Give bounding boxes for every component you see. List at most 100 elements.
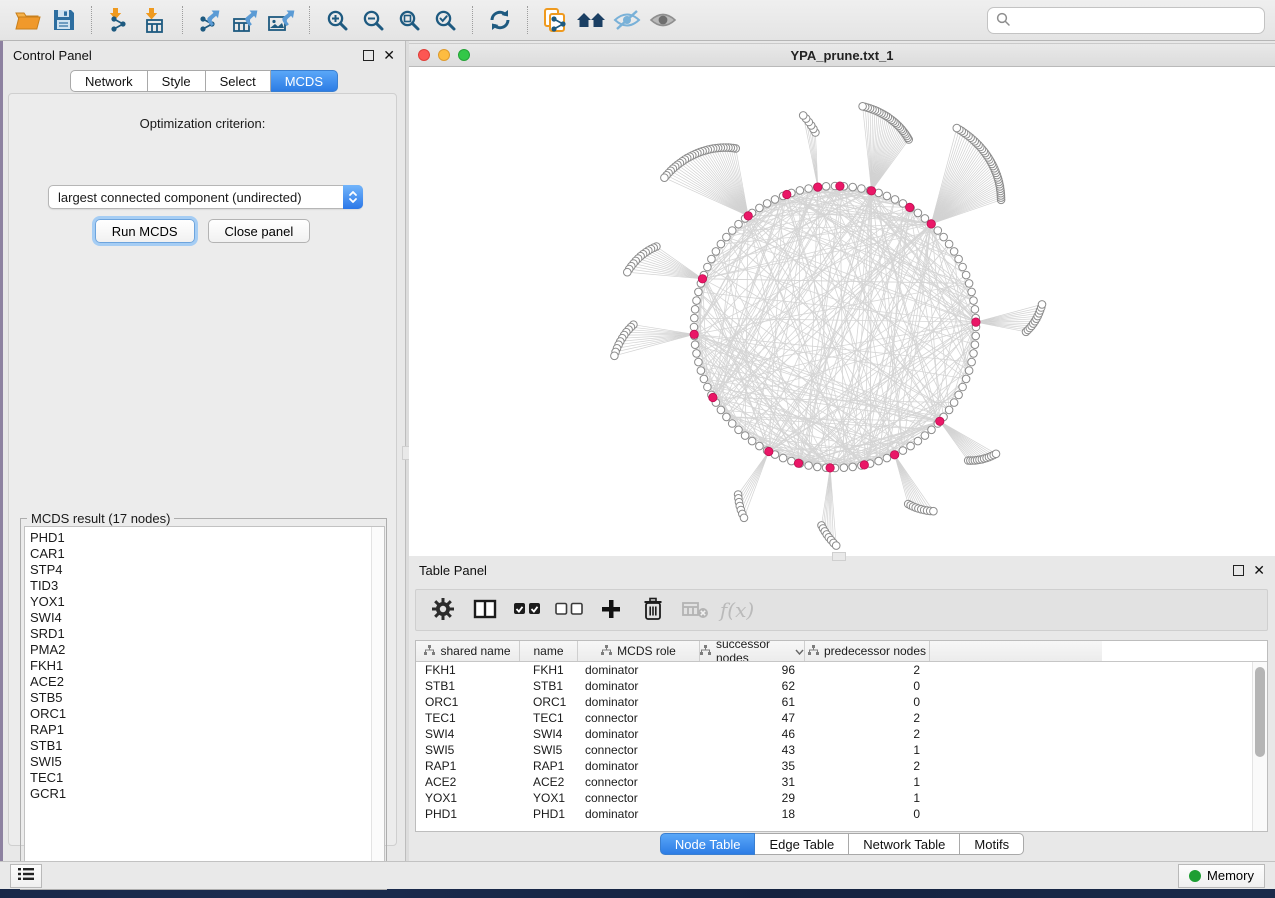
column-label: shared name	[440, 644, 510, 658]
mcds-result-item[interactable]: ORC1	[30, 706, 371, 722]
mcds-list-scrollbar[interactable]	[371, 527, 384, 886]
network-view-titlebar[interactable]: YPA_prune.txt_1	[409, 43, 1275, 67]
search-box[interactable]	[987, 7, 1265, 34]
mcds-result-item[interactable]: YOX1	[30, 594, 371, 610]
close-panel-button[interactable]: Close panel	[208, 219, 311, 243]
function-builder-button[interactable]: f(x)	[720, 595, 754, 625]
mcds-result-item[interactable]: TEC1	[30, 770, 371, 786]
memory-button[interactable]: Memory	[1178, 864, 1265, 888]
tab-network-table[interactable]: Network Table	[849, 833, 960, 855]
table-row[interactable]: PHD1PHD1dominator180	[416, 806, 1252, 822]
column-header-MCDS-role[interactable]: MCDS role	[578, 641, 700, 661]
task-history-button[interactable]	[10, 864, 42, 888]
tab-node-table[interactable]: Node Table	[660, 833, 756, 855]
mcds-result-item[interactable]: TID3	[30, 578, 371, 594]
mcds-result-item[interactable]: CAR1	[30, 546, 371, 562]
delete-column-button[interactable]	[636, 595, 670, 625]
mcds-result-item[interactable]: SWI5	[30, 754, 371, 770]
column-header-shared-name[interactable]: shared name	[416, 641, 520, 661]
mcds-result-item[interactable]: STB5	[30, 690, 371, 706]
float-panel-icon[interactable]	[363, 50, 374, 61]
horizontal-splitter-handle[interactable]	[832, 552, 846, 561]
column-header-name[interactable]: name	[520, 641, 578, 661]
mcds-result-item[interactable]: STP4	[30, 562, 371, 578]
deselect-all-rows-button[interactable]	[552, 595, 586, 625]
column-header-successor-nodes[interactable]: successor nodes	[700, 641, 805, 661]
import-network-icon[interactable]	[101, 4, 137, 36]
mcds-result-item[interactable]: SRD1	[30, 626, 371, 642]
tab-network[interactable]: Network	[70, 70, 148, 92]
table-scrollbar[interactable]	[1252, 662, 1267, 831]
hide-selected-icon[interactable]	[609, 4, 645, 36]
mcds-result-item[interactable]: STB1	[30, 738, 371, 754]
mcds-result-list[interactable]: PHD1CAR1STP4TID3YOX1SWI4SRD1PMA2FKH1ACE2…	[24, 526, 385, 887]
tab-edge-table[interactable]: Edge Table	[755, 833, 849, 855]
table-settings-button[interactable]	[426, 595, 460, 625]
cell-successor-nodes: 18	[700, 807, 805, 821]
table-row[interactable]: ACE2ACE2connector311	[416, 774, 1252, 790]
table-row[interactable]: RAP1RAP1dominator352	[416, 758, 1252, 774]
select-all-rows-button[interactable]	[510, 595, 544, 625]
table-row[interactable]: SWI5SWI5connector431	[416, 742, 1252, 758]
table-row[interactable]: FKH1FKH1dominator962	[416, 662, 1252, 678]
table-row[interactable]: TEC1TEC1connector472	[416, 710, 1252, 726]
new-network-from-selection-icon[interactable]	[537, 4, 573, 36]
optimization-criterion-label: Optimization criterion:	[9, 116, 396, 131]
mcds-result-item[interactable]: PHD1	[30, 530, 371, 546]
close-panel-icon[interactable]: ✕	[383, 50, 395, 61]
refresh-layout-icon[interactable]	[482, 4, 518, 36]
cell-shared-name: PHD1	[416, 807, 520, 821]
mcds-result-item[interactable]: FKH1	[30, 658, 371, 674]
search-input[interactable]	[1016, 13, 1256, 28]
table-row[interactable]: SWI4SWI4dominator462	[416, 726, 1252, 742]
mcds-result-item[interactable]: SWI4	[30, 610, 371, 626]
zoom-in-icon[interactable]	[319, 4, 355, 36]
cell-MCDS-role: dominator	[578, 807, 700, 821]
table-row[interactable]: STB1STB1dominator620	[416, 678, 1252, 694]
network-home-icon[interactable]	[573, 4, 609, 36]
column-visibility-button[interactable]	[468, 595, 502, 625]
tab-mcds[interactable]: MCDS	[271, 70, 338, 92]
tab-style[interactable]: Style	[148, 70, 206, 92]
zoom-out-icon[interactable]	[355, 4, 391, 36]
table-row[interactable]: YOX1YOX1connector291	[416, 790, 1252, 806]
export-image-icon[interactable]	[264, 4, 300, 36]
column-type-icon	[808, 644, 819, 658]
table-scrollbar-thumb[interactable]	[1255, 667, 1265, 757]
cell-predecessor-nodes: 0	[805, 679, 930, 693]
column-label: MCDS role	[617, 644, 676, 658]
fx-icon: f(x)	[720, 598, 754, 622]
sort-chevron-icon[interactable]	[795, 644, 804, 658]
column-header-blank	[930, 641, 1102, 661]
tab-motifs[interactable]: Motifs	[960, 833, 1024, 855]
export-network-icon[interactable]	[192, 4, 228, 36]
save-session-icon[interactable]	[46, 4, 82, 36]
export-table-icon[interactable]	[228, 4, 264, 36]
mcds-tab-pane: Optimization criterion: largest connecte…	[8, 93, 397, 846]
add-column-button[interactable]	[594, 595, 628, 625]
cell-successor-nodes: 35	[700, 759, 805, 773]
zoom-selected-icon[interactable]	[427, 4, 463, 36]
delete-table-button[interactable]	[678, 595, 712, 625]
mcds-result-item[interactable]: GCR1	[30, 786, 371, 802]
run-mcds-button[interactable]: Run MCDS	[95, 219, 195, 243]
close-table-panel-icon[interactable]: ✕	[1253, 565, 1265, 576]
mcds-result-item[interactable]: RAP1	[30, 722, 371, 738]
table-row[interactable]: ORC1ORC1dominator610	[416, 694, 1252, 710]
float-table-panel-icon[interactable]	[1233, 565, 1244, 576]
cell-name: TEC1	[520, 711, 578, 725]
open-file-icon[interactable]	[10, 4, 46, 36]
show-all-icon[interactable]	[645, 4, 681, 36]
criterion-dropdown[interactable]: largest connected component (undirected)	[48, 185, 363, 209]
tab-select[interactable]: Select	[206, 70, 271, 92]
import-table-icon[interactable]	[137, 4, 173, 36]
mcds-result-item[interactable]: PMA2	[30, 642, 371, 658]
search-icon	[996, 12, 1010, 29]
mcds-result-item[interactable]: ACE2	[30, 674, 371, 690]
cell-MCDS-role: dominator	[578, 679, 700, 693]
cell-shared-name: TEC1	[416, 711, 520, 725]
column-header-predecessor-nodes[interactable]: predecessor nodes	[805, 641, 930, 661]
zoom-fit-icon[interactable]	[391, 4, 427, 36]
cell-predecessor-nodes: 2	[805, 663, 930, 677]
network-graph-canvas[interactable]	[409, 67, 1275, 556]
